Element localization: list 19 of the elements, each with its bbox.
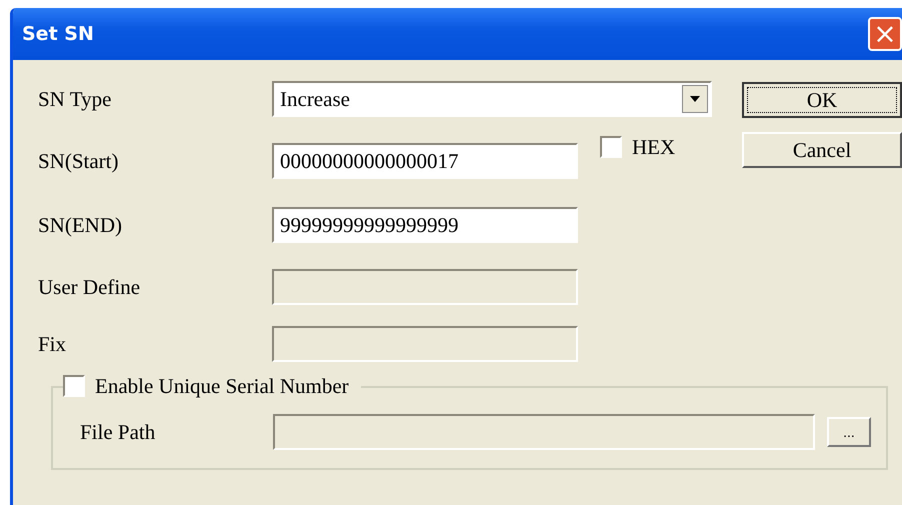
dialog-button[interactable]: OK <box>742 82 902 118</box>
field-label: SN(Start) <box>38 148 120 174</box>
field-label: File Path <box>80 420 156 444</box>
dialog-button[interactable]: Cancel <box>742 132 902 168</box>
input-field[interactable]: 99999999999999999 <box>272 207 578 243</box>
input-field[interactable]: 00000000000000017 <box>272 143 578 179</box>
field-label: SN Type <box>38 86 112 112</box>
checkbox[interactable] <box>63 375 85 397</box>
field-label: User Define <box>38 274 142 300</box>
hex-checkbox[interactable] <box>600 136 622 158</box>
browse-button[interactable]: ... <box>827 417 871 447</box>
checkbox-label: HEX <box>632 134 676 160</box>
field-label: Fix <box>38 332 68 356</box>
checkbox-label: Enable Unique Serial Number <box>95 374 349 398</box>
close-button[interactable]: × <box>868 17 902 51</box>
file-path-field[interactable] <box>273 414 815 450</box>
window-title: Set SN <box>22 23 94 45</box>
field-label: SN(END) <box>38 212 123 238</box>
sn-type-dropdown[interactable]: Increase <box>272 81 712 117</box>
